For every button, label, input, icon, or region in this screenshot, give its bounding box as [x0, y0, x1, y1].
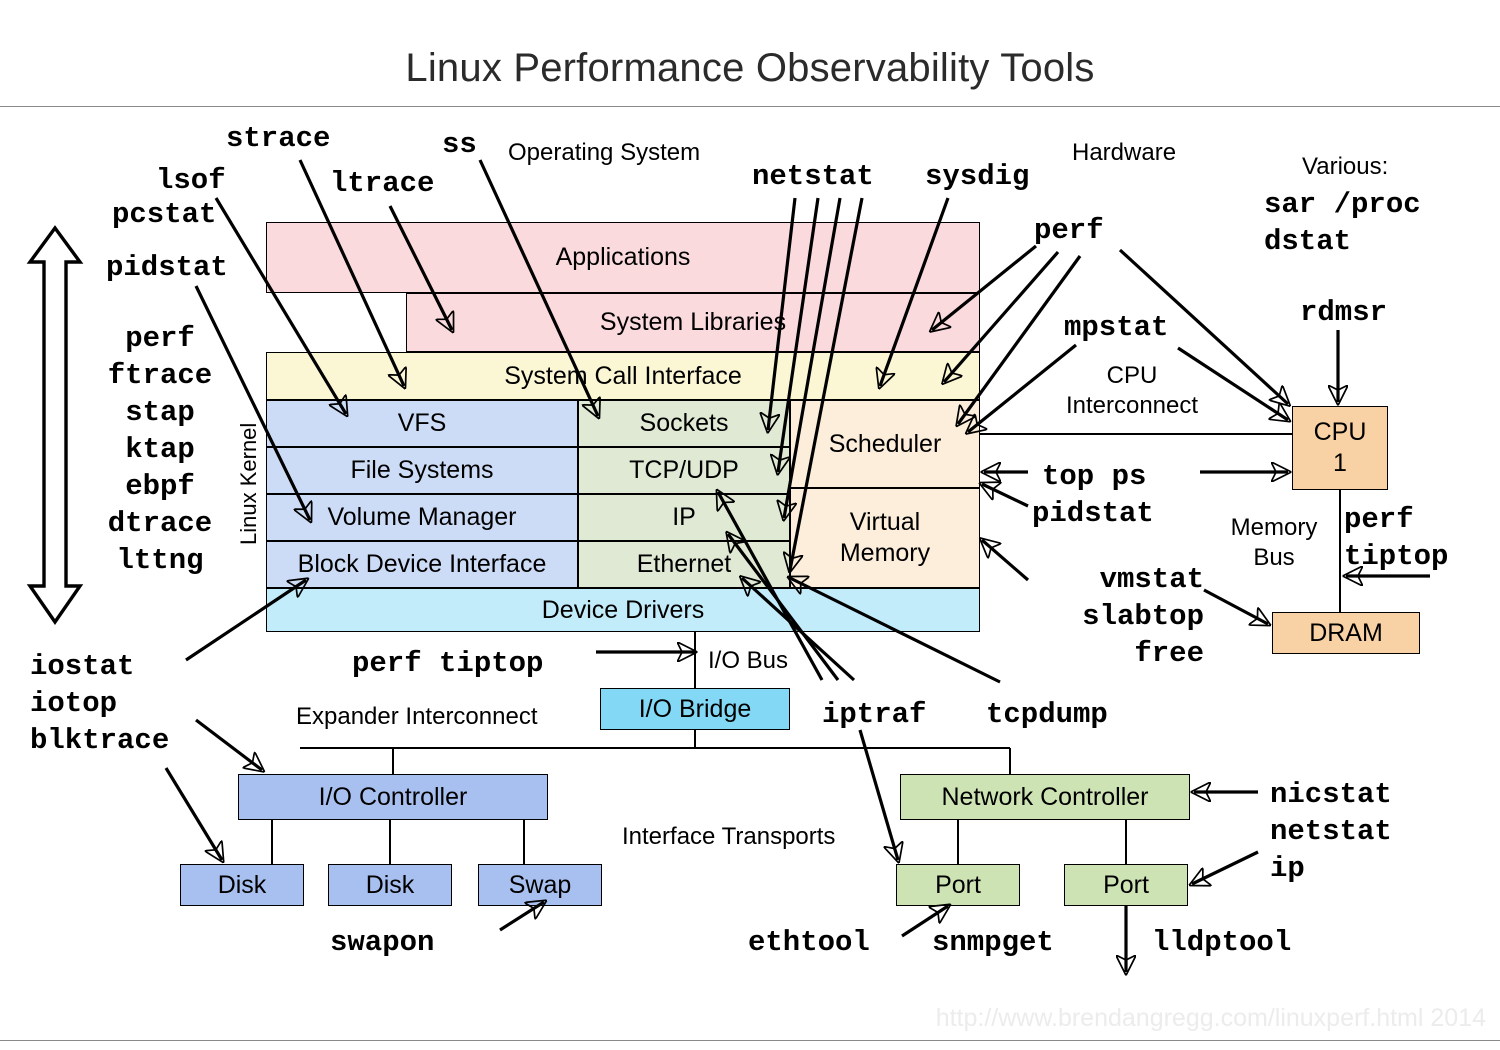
- box-dram[interactable]: DRAM: [1272, 612, 1420, 654]
- diagram-canvas: Linux Performance Observability Tools ht…: [0, 0, 1500, 1050]
- box-block-device-interface[interactable]: Block Device Interface: [266, 541, 578, 588]
- tool-sysdig: sysdig: [925, 160, 1030, 193]
- tool-pidstat: pidstat: [106, 251, 228, 284]
- box-file-systems[interactable]: File Systems: [266, 447, 578, 494]
- arrow-netstat-to-port: [1192, 850, 1259, 884]
- box-system-call-interface[interactable]: System Call Interface: [266, 352, 980, 400]
- label-expander-interconnect: Expander Interconnect: [296, 703, 538, 730]
- tool-ltrace: ltrace: [330, 167, 435, 200]
- box-vfs[interactable]: VFS: [266, 400, 578, 447]
- arrow-pidstat-to-scheduler: [982, 484, 1029, 508]
- tool-nicstat-group: nicstat netstat ip: [1270, 778, 1392, 885]
- tool-tcpdump: tcpdump: [986, 698, 1108, 731]
- box-io-controller[interactable]: I/O Controller: [238, 774, 548, 820]
- tool-iostat-group: iostat iotop blktrace: [30, 650, 170, 757]
- tool-perf-tiptop-mem: perf tiptop: [1344, 503, 1449, 573]
- box-scheduler[interactable]: Scheduler: [790, 400, 980, 488]
- arrow-swapon-to-swap: [499, 902, 544, 932]
- tool-perf: perf: [1034, 214, 1104, 247]
- label-various: Various:: [1302, 153, 1389, 180]
- box-virtual-memory[interactable]: Virtual Memory: [790, 488, 980, 588]
- arrow-blktrace-to-disk: [164, 767, 222, 860]
- arrow-iptraf-to-port: [858, 729, 898, 860]
- tool-netstat: netstat: [752, 160, 874, 193]
- tool-iptraf: iptraf: [822, 698, 927, 731]
- source-url-footer: http://www.brendangregg.com/linuxperf.ht…: [935, 1004, 1486, 1032]
- label-operating-system: Operating System: [508, 139, 701, 166]
- box-volume-manager[interactable]: Volume Manager: [266, 494, 578, 541]
- label-cpu-interconnect: CPU Interconnect: [1065, 362, 1199, 419]
- footer-divider: [0, 1040, 1500, 1041]
- box-ethernet[interactable]: Ethernet: [578, 541, 790, 588]
- arrow-vmstat-to-dram: [1203, 588, 1268, 624]
- tool-mpstat: mpstat: [1064, 311, 1169, 344]
- page-title: Linux Performance Observability Tools: [405, 46, 1095, 90]
- title-divider: [0, 106, 1500, 107]
- box-applications[interactable]: Applications: [266, 222, 980, 293]
- box-disk-1[interactable]: Disk: [180, 864, 304, 906]
- tool-pidstat-cpu: pidstat: [1032, 497, 1154, 530]
- box-system-libraries[interactable]: System Libraries: [406, 293, 980, 352]
- tool-strace: strace: [226, 122, 331, 155]
- tool-lsof: lsof: [156, 164, 226, 197]
- tool-various-list: sar /proc dstat: [1264, 188, 1421, 258]
- tool-kernel-tracers: perf ftrace stap ktap ebpf dtrace lttng: [107, 322, 213, 577]
- box-swap[interactable]: Swap: [478, 864, 602, 906]
- tool-swapon: swapon: [330, 926, 435, 959]
- tool-top-ps: top ps: [1042, 460, 1147, 493]
- label-interface-transports: Interface Transports: [622, 823, 836, 850]
- tool-snmpget: snmpget: [932, 926, 1054, 959]
- box-cpu[interactable]: CPU 1: [1292, 406, 1388, 490]
- box-ip[interactable]: IP: [578, 494, 790, 541]
- tool-lldptool: lldptool: [1152, 926, 1292, 959]
- box-port-2[interactable]: Port: [1064, 864, 1188, 906]
- tool-perf-tiptop-bus: perf tiptop: [352, 647, 544, 680]
- tool-pcstat: pcstat: [112, 198, 217, 231]
- tool-ethtool: ethtool: [748, 926, 870, 959]
- label-io-bus: I/O Bus: [708, 647, 789, 674]
- box-disk-2[interactable]: Disk: [328, 864, 452, 906]
- tool-ss: ss: [442, 128, 477, 161]
- arrow-vmstat-to-virtual-memory: [982, 540, 1030, 582]
- label-memory-bus: Memory Bus: [1230, 514, 1318, 571]
- box-device-drivers[interactable]: Device Drivers: [266, 588, 980, 632]
- box-network-controller[interactable]: Network Controller: [900, 774, 1190, 820]
- tool-vmstat-group: vmstat slabtop free: [1082, 563, 1204, 670]
- box-io-bridge[interactable]: I/O Bridge: [600, 688, 790, 730]
- box-sockets[interactable]: Sockets: [578, 400, 790, 447]
- tool-rdmsr: rdmsr: [1300, 296, 1388, 329]
- box-tcp-udp[interactable]: TCP/UDP: [578, 447, 790, 494]
- label-hardware: Hardware: [1072, 139, 1177, 166]
- box-port-1[interactable]: Port: [896, 864, 1020, 906]
